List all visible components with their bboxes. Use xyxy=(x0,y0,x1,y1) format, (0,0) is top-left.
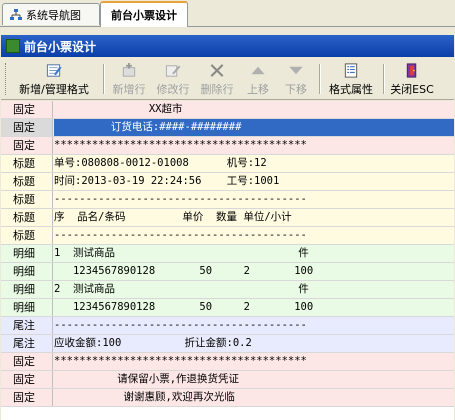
row-type: 固定 xyxy=(1,137,53,154)
row-content: 谢谢惠顾,欢迎再次光临 xyxy=(54,391,235,403)
receipt-row[interactable]: 固定 *************************************… xyxy=(1,137,454,155)
row-type: 固定 xyxy=(1,389,53,406)
row-content: 序 品名/条码 单价 数量 单位/小计 xyxy=(54,211,292,223)
edit-row-icon xyxy=(165,65,181,77)
receipt-row[interactable]: 尾注 -------------------------------------… xyxy=(1,317,454,335)
row-content: XX超市 xyxy=(54,103,183,115)
edit-row-button[interactable]: 修改行 xyxy=(151,61,195,97)
close-button[interactable]: 关闭ESC xyxy=(387,61,437,97)
receipt-row[interactable]: 明细 2 测试商品 件 xyxy=(1,281,454,299)
row-type: 标题 xyxy=(1,173,53,190)
receipt-row[interactable]: 标题 序 品名/条码 单价 数量 单位/小计 xyxy=(1,209,454,227)
delete-row-button[interactable]: 删除行 xyxy=(195,61,239,97)
receipt-row[interactable]: 固定 XX超市 xyxy=(1,101,454,119)
receipt-row[interactable]: 标题 -------------------------------------… xyxy=(1,227,454,245)
row-content: 2 测试商品 件 xyxy=(54,283,309,295)
receipt-row[interactable]: 尾注 应收金额:100 折让金额:0.2 xyxy=(1,335,454,353)
receipt-row[interactable]: 标题 时间:2013-03-19 22:24:56 工号:1001 xyxy=(1,173,454,191)
row-type: 标题 xyxy=(1,155,53,172)
row-content: 请保留小票,作退换货凭证 xyxy=(54,373,240,385)
receipt-row[interactable]: 固定 *************************************… xyxy=(1,353,454,371)
move-down-label: 下移 xyxy=(285,83,307,96)
receipt-rows-grid: 固定 XX超市 固定 订货电话:####-######## 固定 *******… xyxy=(1,101,454,420)
row-type: 固定 xyxy=(1,353,53,370)
row-content: 单号:080808-0012-01008 机号:12 xyxy=(54,157,267,169)
delete-row-label: 删除行 xyxy=(200,83,234,96)
toolbar-separator xyxy=(319,64,321,94)
tab-receipt-design[interactable]: 前台小票设计 xyxy=(100,1,188,27)
arrow-up-icon xyxy=(251,66,265,75)
edit-row-label: 修改行 xyxy=(156,83,190,96)
move-up-button[interactable]: 上移 xyxy=(239,61,277,97)
edit-format-icon xyxy=(46,64,62,77)
row-type: 固定 xyxy=(1,371,53,388)
move-up-label: 上移 xyxy=(247,83,269,96)
row-type: 标题 xyxy=(1,209,53,226)
row-content: **************************************** xyxy=(54,139,307,151)
add-row-label: 新增行 xyxy=(112,83,146,96)
move-down-button[interactable]: 下移 xyxy=(277,61,315,97)
row-type: 标题 xyxy=(1,191,53,208)
receipt-row[interactable]: 固定 谢谢惠顾,欢迎再次光临 xyxy=(1,389,454,407)
receipt-row[interactable]: 明细 1 测试商品 件 xyxy=(1,245,454,263)
row-content: 订货电话:####-######## xyxy=(54,119,454,136)
row-type: 尾注 xyxy=(1,335,53,352)
new-format-label: 新增/管理格式 xyxy=(19,83,89,96)
receipt-row[interactable]: 标题 单号:080808-0012-01008 机号:12 xyxy=(1,155,454,173)
toolbar-grip[interactable] xyxy=(5,63,9,95)
receipt-row[interactable]: 标题 -------------------------------------… xyxy=(1,191,454,209)
row-type: 明细 xyxy=(1,281,53,298)
format-properties-button[interactable]: 格式属性 xyxy=(323,61,379,97)
row-type: 明细 xyxy=(1,245,53,262)
row-content: 1234567890128 50 2 100 xyxy=(54,265,314,277)
row-type: 标题 xyxy=(1,227,53,244)
window-titlebar: 前台小票设计 xyxy=(1,35,454,57)
sitemap-icon xyxy=(10,8,22,20)
row-content: 时间:2013-03-19 22:24:56 工号:1001 xyxy=(54,175,280,187)
receipt-row[interactable]: 固定 请保留小票,作退换货凭证 xyxy=(1,371,454,389)
toolbar: 新增/管理格式 新增行 修改行 删除行 上移 下移 格式属性 关闭ESC xyxy=(1,58,454,100)
exit-door-icon xyxy=(406,63,417,78)
receipt-design-window: 前台小票设计 新增/管理格式 新增行 修改行 删除行 上移 下移 格式属性 关闭… xyxy=(0,27,455,420)
row-content: 1 测试商品 件 xyxy=(54,247,309,259)
row-content: 应收金额:100 折让金额:0.2 xyxy=(54,337,252,349)
tab-strip: 系统导航图 前台小票设计 xyxy=(0,0,455,27)
add-row-button[interactable]: 新增行 xyxy=(107,61,151,97)
window-title: 前台小票设计 xyxy=(24,39,97,54)
row-content: **************************************** xyxy=(54,355,307,367)
row-type: 明细 xyxy=(1,263,53,280)
app-icon xyxy=(6,39,20,53)
new-format-button[interactable]: 新增/管理格式 xyxy=(11,61,97,97)
row-type: 固定 xyxy=(1,101,53,118)
tab-system-navigation[interactable]: 系统导航图 xyxy=(2,3,100,25)
toolbar-separator xyxy=(383,64,385,94)
toolbar-separator xyxy=(103,64,105,94)
row-content: ---------------------------------------- xyxy=(54,319,307,331)
arrow-down-icon xyxy=(289,66,303,75)
tab-label: 系统导航图 xyxy=(26,8,81,22)
row-type: 固定 xyxy=(1,119,53,136)
tab-label: 前台小票设计 xyxy=(111,9,177,22)
row-type: 尾注 xyxy=(1,317,53,334)
format-properties-label: 格式属性 xyxy=(329,83,373,96)
row-content: ---------------------------------------- xyxy=(54,229,307,241)
row-type: 明细 xyxy=(1,299,53,316)
receipt-row[interactable]: 明细 1234567890128 50 2 100 xyxy=(1,299,454,317)
receipt-row[interactable]: 固定 订货电话:####-######## xyxy=(1,119,454,137)
delete-x-icon xyxy=(210,64,224,77)
row-content: 1234567890128 50 2 100 xyxy=(54,301,314,313)
close-label: 关闭ESC xyxy=(390,83,434,96)
receipt-row[interactable]: 明细 1234567890128 50 2 100 xyxy=(1,263,454,281)
add-row-icon xyxy=(122,62,136,77)
row-content: ---------------------------------------- xyxy=(54,193,307,205)
properties-icon xyxy=(344,63,358,78)
